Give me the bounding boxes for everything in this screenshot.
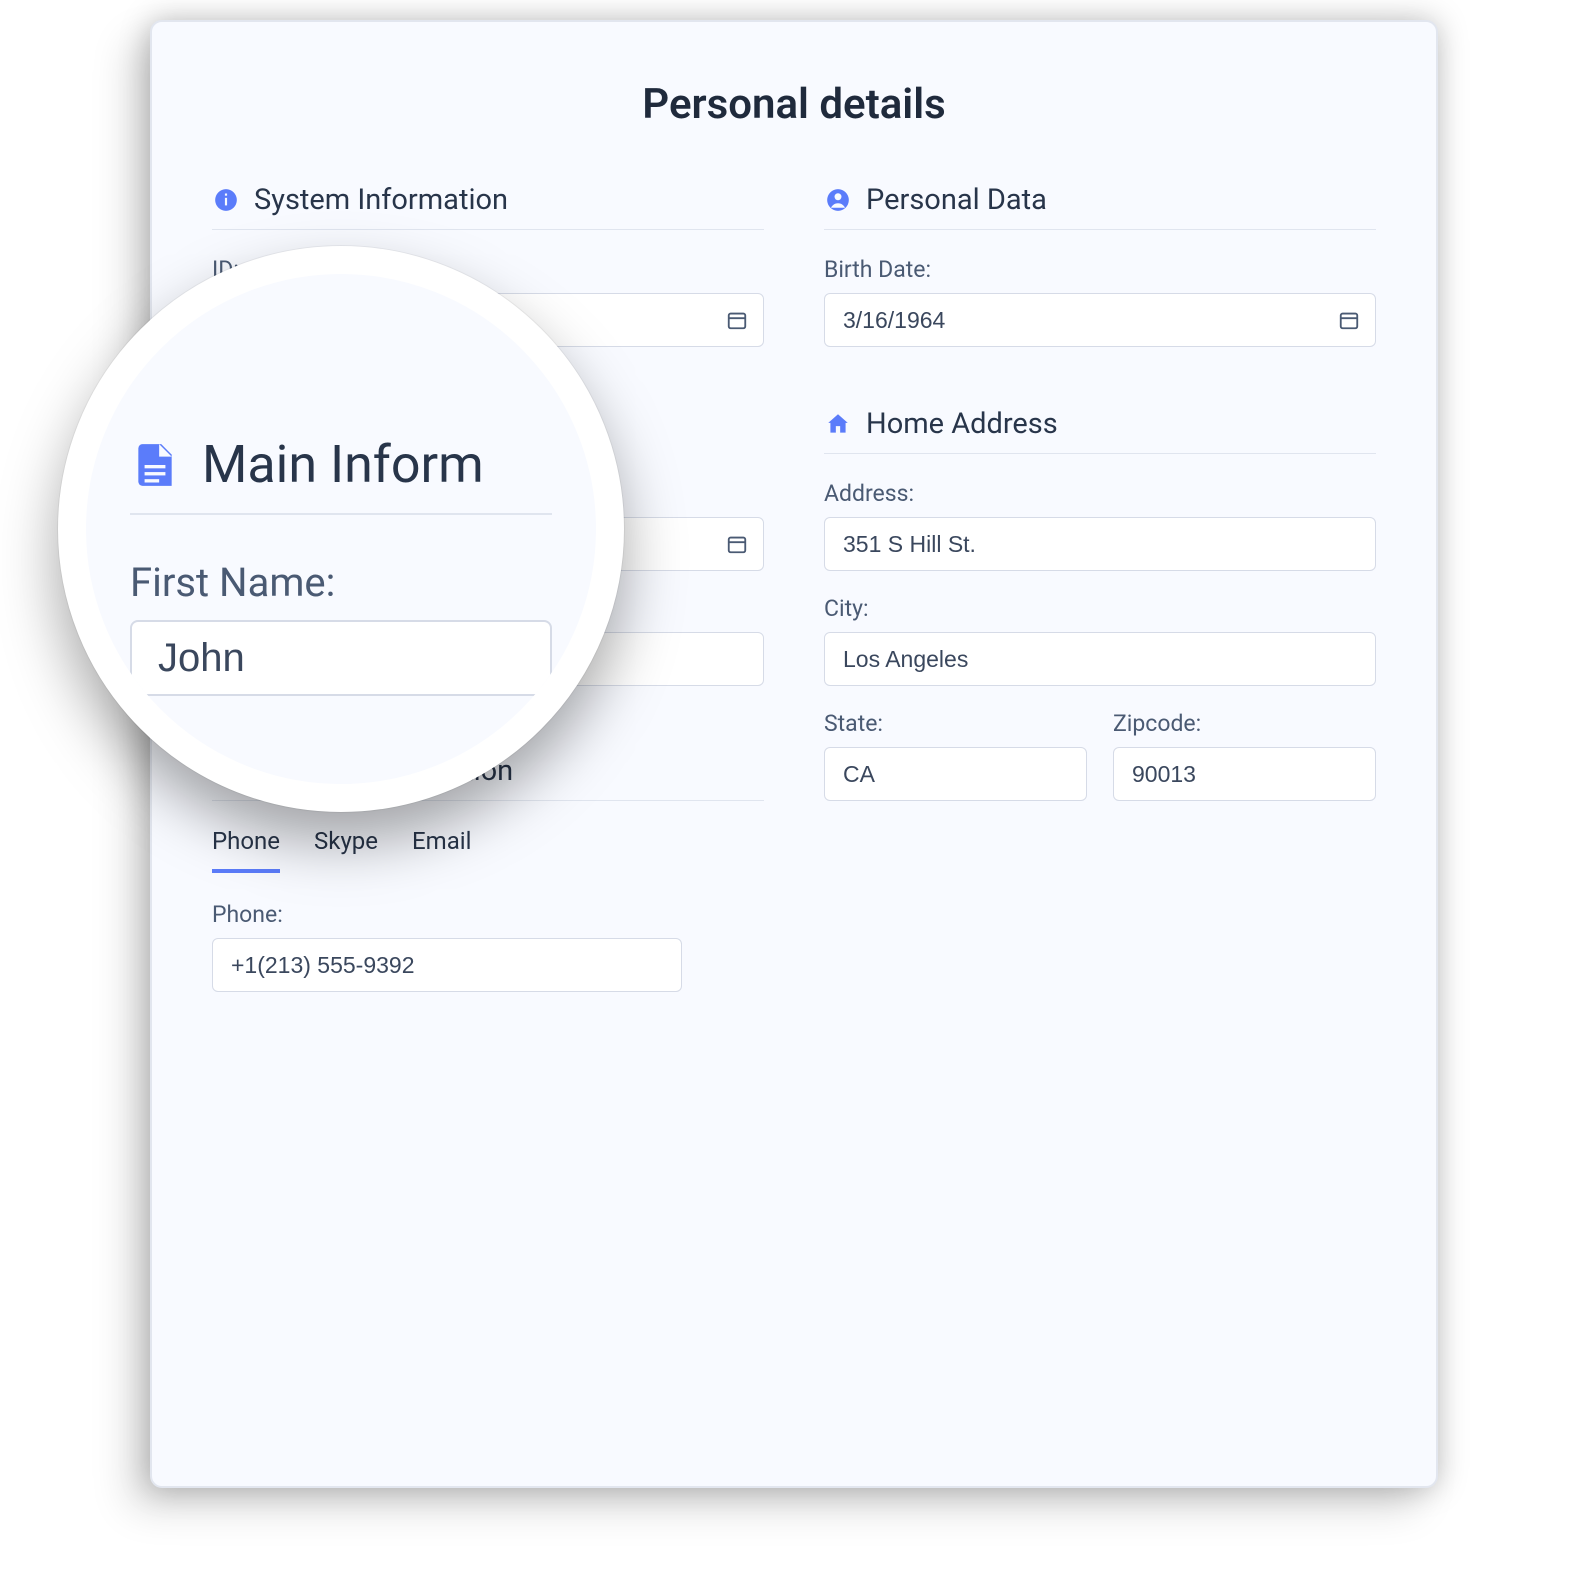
state-label: State:	[824, 710, 1087, 737]
state-input[interactable]	[824, 747, 1087, 801]
calendar-icon[interactable]	[724, 307, 750, 333]
city-label: City:	[824, 595, 1376, 622]
tab-phone[interactable]: Phone	[212, 827, 280, 873]
user-icon	[824, 186, 852, 214]
magnifier-lens: Main Inform First Name:	[58, 246, 624, 812]
page-title: Personal details	[212, 80, 1376, 129]
birth-date-input[interactable]	[824, 293, 1376, 347]
calendar-icon[interactable]	[1336, 307, 1362, 333]
section-home-address: Home Address Address: City: State:	[824, 407, 1376, 825]
phone-input[interactable]	[212, 938, 682, 992]
section-title-magnified: Main Inform	[202, 434, 484, 495]
right-column: Personal Data Birth Date:	[824, 183, 1376, 1042]
first-name-label-magnified: First Name:	[130, 559, 552, 606]
section-title: Personal Data	[866, 183, 1047, 217]
info-icon	[212, 186, 240, 214]
city-input[interactable]	[824, 632, 1376, 686]
birth-date-label: Birth Date:	[824, 256, 1376, 283]
section-personal-data: Personal Data Birth Date:	[824, 183, 1376, 347]
home-icon	[824, 410, 852, 438]
document-icon	[130, 440, 180, 490]
zipcode-input[interactable]	[1113, 747, 1376, 801]
section-title: Home Address	[866, 407, 1058, 441]
phone-label: Phone:	[212, 901, 764, 928]
first-name-input-magnified[interactable]	[130, 620, 552, 696]
address-label: Address:	[824, 480, 1376, 507]
calendar-icon[interactable]	[724, 531, 750, 557]
tab-email[interactable]: Email	[412, 827, 471, 873]
address-input[interactable]	[824, 517, 1376, 571]
contact-tabs: Phone Skype Email	[212, 827, 764, 873]
tab-skype[interactable]: Skype	[314, 827, 378, 873]
zipcode-label: Zipcode:	[1113, 710, 1376, 737]
section-title: System Information	[254, 183, 508, 217]
